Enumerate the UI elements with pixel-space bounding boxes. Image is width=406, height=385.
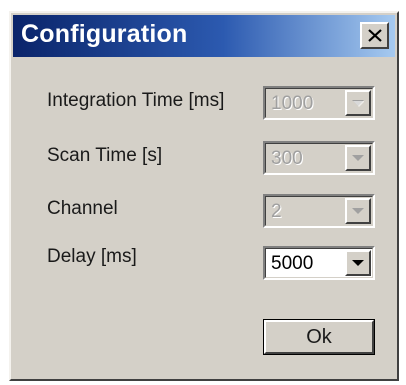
- ok-button[interactable]: Ok: [263, 319, 375, 355]
- integration-time-label: Integration Time [ms]: [47, 90, 225, 111]
- chevron-down-icon: [352, 99, 364, 107]
- integration-time-select[interactable]: 1000: [263, 86, 375, 120]
- delay-dropdown-button[interactable]: [345, 250, 371, 276]
- integration-time-dropdown-button[interactable]: [345, 90, 371, 116]
- window-title: Configuration: [21, 20, 188, 48]
- scan-time-value: 300: [271, 148, 303, 169]
- channel-select[interactable]: 2: [263, 194, 375, 228]
- delay-label: Delay [ms]: [47, 246, 137, 267]
- title-bar[interactable]: Configuration: [13, 15, 395, 57]
- chevron-down-icon: [352, 207, 364, 214]
- chevron-down-icon: [352, 259, 364, 266]
- close-icon: [367, 29, 382, 42]
- channel-dropdown-button[interactable]: [345, 198, 371, 224]
- ok-button-label: Ok: [306, 325, 332, 348]
- scan-time-label: Scan Time [s]: [47, 145, 163, 166]
- integration-time-value: 1000: [271, 93, 314, 114]
- channel-value: 2: [271, 201, 282, 222]
- chevron-down-icon: [352, 154, 364, 161]
- close-button[interactable]: [360, 22, 389, 49]
- scan-time-dropdown-button[interactable]: [345, 145, 371, 171]
- delay-select[interactable]: 5000: [263, 246, 375, 280]
- delay-value: 5000: [271, 253, 314, 274]
- channel-label: Channel: [47, 198, 118, 219]
- scan-time-select[interactable]: 300: [263, 141, 375, 175]
- configuration-dialog: Configuration Integration Time [ms] 1000…: [9, 11, 399, 381]
